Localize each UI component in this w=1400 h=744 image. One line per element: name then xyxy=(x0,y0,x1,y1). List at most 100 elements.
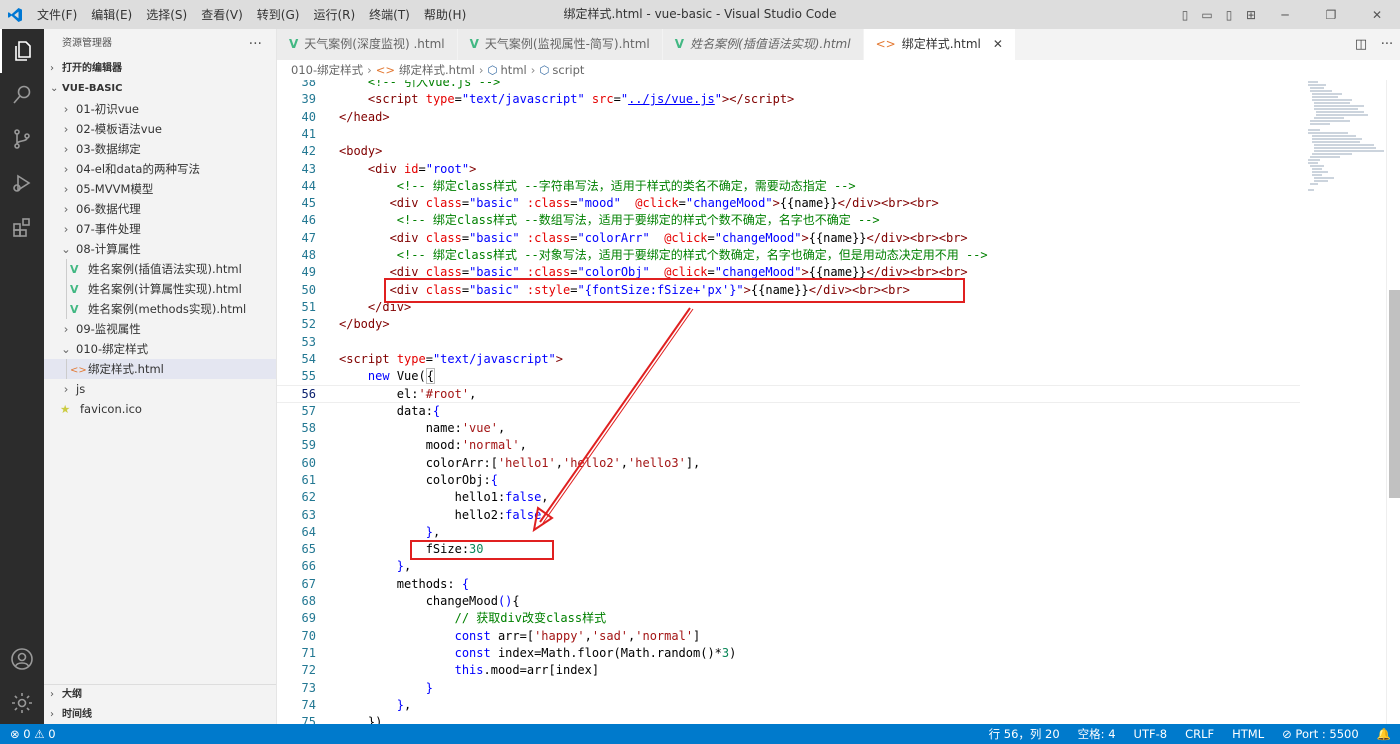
tree-folder[interactable]: › 04-el和data的两种写法 xyxy=(44,159,276,179)
code-line[interactable]: 66 }, xyxy=(277,558,1386,575)
toggle-panel-icon[interactable]: ▭ xyxy=(1196,0,1218,29)
code-line[interactable]: 54 <script type="text/javascript"> xyxy=(277,351,1386,368)
code-line[interactable]: 40 </head> xyxy=(277,109,1386,126)
menu-item[interactable]: 编辑(E) xyxy=(84,6,139,23)
menu-item[interactable]: 终端(T) xyxy=(362,6,417,23)
explorer-icon[interactable] xyxy=(0,29,44,73)
language-mode[interactable]: HTML xyxy=(1223,724,1273,744)
menu-item[interactable]: 选择(S) xyxy=(139,6,194,23)
more-actions-icon[interactable]: ··· xyxy=(249,29,262,59)
editor-tab[interactable]: V 天气案例(监视属性-简写).html xyxy=(457,29,663,60)
layout-icon[interactable]: ⊞ xyxy=(1240,0,1262,29)
code-line[interactable]: 58 name:'vue', xyxy=(277,420,1386,437)
tree-folder[interactable]: › 03-数据绑定 xyxy=(44,139,276,159)
code-line[interactable]: 52 </body> xyxy=(277,316,1386,333)
tree-folder[interactable]: › js xyxy=(44,379,276,399)
code-line[interactable]: 46 <!-- 绑定class样式 --数组写法，适用于要绑定的样式个数不确定，… xyxy=(277,212,1386,229)
code-line[interactable]: 41 xyxy=(277,126,1386,143)
settings-gear-icon[interactable] xyxy=(0,681,44,725)
tree-file[interactable]: <>绑定样式.html xyxy=(44,359,276,379)
editor-tab[interactable]: V 姓名案例(插值语法实现).html xyxy=(662,29,864,60)
split-editor-icon[interactable]: ◫ xyxy=(1348,37,1374,52)
code-line[interactable]: 59 mood:'normal', xyxy=(277,437,1386,454)
menu-item[interactable]: 帮助(H) xyxy=(417,6,473,23)
code-line[interactable]: 68 changeMood(){ xyxy=(277,593,1386,610)
scrollbar-thumb[interactable] xyxy=(1389,290,1400,498)
code-line[interactable]: 53 xyxy=(277,334,1386,351)
code-editor[interactable]: 38 <!-- 引入vue.js --> 39 <script type="tex… xyxy=(277,80,1386,724)
code-line[interactable]: 43 <div id="root"> xyxy=(277,161,1386,178)
breadcrumb-html[interactable]: html xyxy=(501,63,527,77)
outline-section[interactable]: › 大纲 xyxy=(44,685,276,705)
vertical-scrollbar[interactable] xyxy=(1386,80,1400,724)
code-line[interactable]: 64 }, xyxy=(277,524,1386,541)
breadcrumb-script[interactable]: script xyxy=(552,63,584,77)
code-line[interactable]: 62 hello1:false, xyxy=(277,489,1386,506)
code-line[interactable]: 70 const arr=['happy','sad','normal'] xyxy=(277,628,1386,645)
search-icon[interactable] xyxy=(0,73,44,117)
tree-file[interactable]: V 姓名案例(methods实现).html xyxy=(44,299,276,319)
code-line[interactable]: 75 }) xyxy=(277,714,1386,724)
problems-indicator[interactable]: ⊗ 0 ⚠ 0 xyxy=(10,724,56,744)
breadcrumb-file[interactable]: 绑定样式.html xyxy=(399,63,475,77)
toggle-secondary-sidebar-icon[interactable]: ▯ xyxy=(1218,0,1240,29)
code-line[interactable]: 61 colorObj:{ xyxy=(277,472,1386,489)
minimize-button[interactable]: ─ xyxy=(1262,0,1308,29)
tree-folder[interactable]: › 09-监视属性 xyxy=(44,319,276,339)
timeline-section[interactable]: › 时间线 xyxy=(44,705,276,725)
code-line[interactable]: 72 this.mood=arr[index] xyxy=(277,662,1386,679)
code-line[interactable]: 47 <div class="basic" :class="colorArr" … xyxy=(277,230,1386,247)
code-line[interactable]: 45 <div class="basic" :class="mood" @cli… xyxy=(277,195,1386,212)
tree-file[interactable]: V 姓名案例(插值语法实现).html xyxy=(44,259,276,279)
tree-folder[interactable]: › 07-事件处理 xyxy=(44,219,276,239)
maximize-button[interactable]: ❐ xyxy=(1308,0,1354,29)
tree-file[interactable]: ★ favicon.ico xyxy=(44,399,276,419)
extensions-icon[interactable] xyxy=(0,205,44,249)
cursor-position[interactable]: 行 56，列 20 xyxy=(980,724,1069,744)
end-of-line[interactable]: CRLF xyxy=(1176,724,1223,744)
tree-folder[interactable]: › 02-模板语法vue xyxy=(44,119,276,139)
minimap[interactable] xyxy=(1300,80,1386,724)
code-line[interactable]: 73 } xyxy=(277,680,1386,697)
code-line[interactable]: 67 methods: { xyxy=(277,576,1386,593)
breadcrumb-folder[interactable]: 010-绑定样式 xyxy=(291,63,363,77)
close-button[interactable]: ✕ xyxy=(1354,0,1400,29)
code-line[interactable]: 56 el:'#root', xyxy=(277,385,1386,403)
code-line[interactable]: 55 new Vue({ xyxy=(277,368,1386,385)
code-line[interactable]: 39 <script type="text/javascript" src=".… xyxy=(277,91,1386,108)
code-line[interactable]: 71 const index=Math.floor(Math.random()*… xyxy=(277,645,1386,662)
workspace-section[interactable]: ⌄ VUE-BASIC xyxy=(44,79,276,99)
source-control-icon[interactable] xyxy=(0,117,44,161)
more-actions-icon[interactable]: ··· xyxy=(1374,37,1400,52)
code-line[interactable]: 60 colorArr:['hello1','hello2','hello3']… xyxy=(277,455,1386,472)
tree-folder[interactable]: › 01-初识vue xyxy=(44,99,276,119)
menu-item[interactable]: 转到(G) xyxy=(250,6,307,23)
code-line[interactable]: 44 <!-- 绑定class样式 --字符串写法，适用于样式的类名不确定，需要… xyxy=(277,178,1386,195)
tree-folder[interactable]: ⌄ 010-绑定样式 xyxy=(44,339,276,359)
encoding[interactable]: UTF-8 xyxy=(1125,724,1177,744)
account-icon[interactable] xyxy=(0,637,44,681)
live-server-port[interactable]: ⊘ Port : 5500 xyxy=(1273,724,1368,744)
notifications-bell-icon[interactable]: 🔔 xyxy=(1368,724,1400,744)
editor-tab[interactable]: V 天气案例(深度监视) .html xyxy=(277,29,458,60)
tree-folder[interactable]: › 06-数据代理 xyxy=(44,199,276,219)
code-line[interactable]: 74 }, xyxy=(277,697,1386,714)
code-line[interactable]: 38 <!-- 引入vue.js --> xyxy=(277,80,1386,91)
code-line[interactable]: 48 <!-- 绑定class样式 --对象写法，适用于要绑定的样式个数确定，名… xyxy=(277,247,1386,264)
code-line[interactable]: 63 hello2:false xyxy=(277,507,1386,524)
menu-item[interactable]: 查看(V) xyxy=(194,6,250,23)
toggle-sidebar-icon[interactable]: ▯ xyxy=(1174,0,1196,29)
run-debug-icon[interactable] xyxy=(0,161,44,205)
code-line[interactable]: 69 // 获取div改变class样式 xyxy=(277,610,1386,627)
tree-file[interactable]: V 姓名案例(计算属性实现).html xyxy=(44,279,276,299)
editor-tab[interactable]: <> 绑定样式.html ✕ xyxy=(863,29,1016,60)
close-tab-icon[interactable]: ✕ xyxy=(993,37,1003,51)
menu-item[interactable]: 运行(R) xyxy=(306,6,362,23)
code-line[interactable]: 42 <body> xyxy=(277,143,1386,160)
open-editors-section[interactable]: › 打开的编辑器 xyxy=(44,59,276,79)
menu-item[interactable]: 文件(F) xyxy=(30,6,84,23)
tree-folder[interactable]: › 05-MVVM模型 xyxy=(44,179,276,199)
code-line[interactable]: 57 data:{ xyxy=(277,403,1386,420)
indentation[interactable]: 空格: 4 xyxy=(1069,724,1125,744)
tree-folder[interactable]: ⌄ 08-计算属性 xyxy=(44,239,276,259)
